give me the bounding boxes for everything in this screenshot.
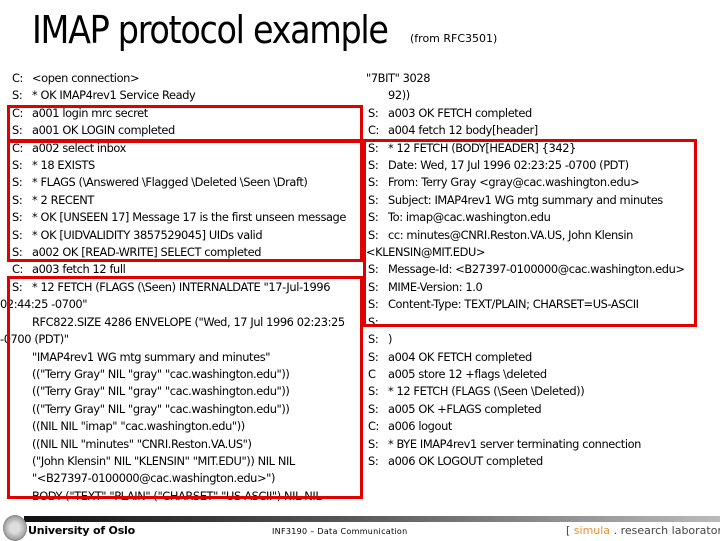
lab-logo: [ simula . research laboratory ] [566, 524, 720, 537]
line-text: ) [388, 332, 393, 347]
line-text: a003 OK FETCH completed [388, 105, 532, 120]
transcript-line: S: a005 OK +FLAGS completed [368, 401, 713, 418]
transcript-line: S: a006 OK LOGOUT completed [368, 453, 713, 470]
transcript-line: 92)) [368, 87, 713, 104]
course-name: INF3190 – Data Communication [272, 527, 408, 536]
line-text: * OK IMAP4rev1 Service Ready [32, 88, 196, 103]
highlight-box-fetch-full [7, 276, 363, 499]
line-text: * BYE IMAP4rev1 server terminating conne… [388, 436, 641, 451]
footer-divider [24, 516, 720, 522]
transcript-line: S: * 12 FETCH (FLAGS (\Seen \Deleted)) [368, 383, 713, 400]
transcript-line: S: * BYE IMAP4rev1 server terminating con… [368, 436, 713, 453]
transcript-line: S: a004 OK FETCH completed [368, 349, 713, 366]
speaker-prefix: S: [368, 436, 379, 451]
transcript-line: C: <open connection> [12, 70, 360, 87]
transcript-line: S: a003 OK FETCH completed [368, 105, 713, 122]
transcript-line: S: * OK IMAP4rev1 Service Ready [12, 87, 360, 104]
line-text: a003 fetch 12 full [32, 262, 126, 277]
line-text: a005 store 12 +flags \deleted [388, 366, 547, 381]
transcript-line: C: a006 logout [368, 418, 713, 435]
line-text: a006 OK LOGOUT completed [388, 453, 543, 468]
line-text: <open connection> [32, 71, 140, 85]
speaker-prefix: S: [368, 105, 379, 120]
university-name: University of Oslo [28, 524, 135, 537]
speaker-prefix: C: [12, 71, 23, 85]
transcript-line: "7BIT" 3028 [366, 70, 713, 87]
speaker-prefix: S: [368, 453, 379, 468]
line-text: a004 fetch 12 body[header] [388, 123, 538, 138]
transcript-line: C: a004 fetch 12 body[header] [368, 122, 713, 139]
speaker-prefix: S: [368, 349, 379, 364]
slide-title: IMAP protocol example [32, 8, 389, 52]
line-text: "7BIT" 3028 [366, 71, 431, 85]
speaker-prefix: C [368, 366, 376, 381]
highlight-box-select [7, 140, 363, 262]
transcript-line: Ca005 store 12 +flags \deleted [368, 366, 713, 383]
lab-name-rest: . research laboratory ] [613, 524, 720, 537]
line-text: 92)) [388, 88, 410, 103]
speaker-prefix: S: [12, 88, 23, 103]
highlight-box-login [7, 105, 363, 142]
university-seal-icon [3, 515, 27, 541]
lab-brand: simula [573, 524, 611, 537]
line-text: a004 OK FETCH completed [388, 349, 532, 364]
lab-bracket-open: [ [566, 524, 574, 537]
speaker-prefix: S: [368, 384, 379, 399]
transcript-line: S:) [368, 331, 713, 348]
line-text: a005 OK +FLAGS completed [388, 401, 542, 416]
line-text: * 12 FETCH (FLAGS (\Seen \Deleted)) [388, 384, 585, 399]
speaker-prefix: S: [368, 401, 379, 416]
line-text: a006 logout [388, 419, 452, 434]
speaker-prefix: S: [368, 332, 379, 347]
highlight-box-fetch-header [363, 139, 697, 327]
slide-subtitle: (from RFC3501) [410, 32, 498, 45]
speaker-prefix: C: [368, 419, 379, 434]
speaker-prefix: C: [368, 123, 379, 138]
